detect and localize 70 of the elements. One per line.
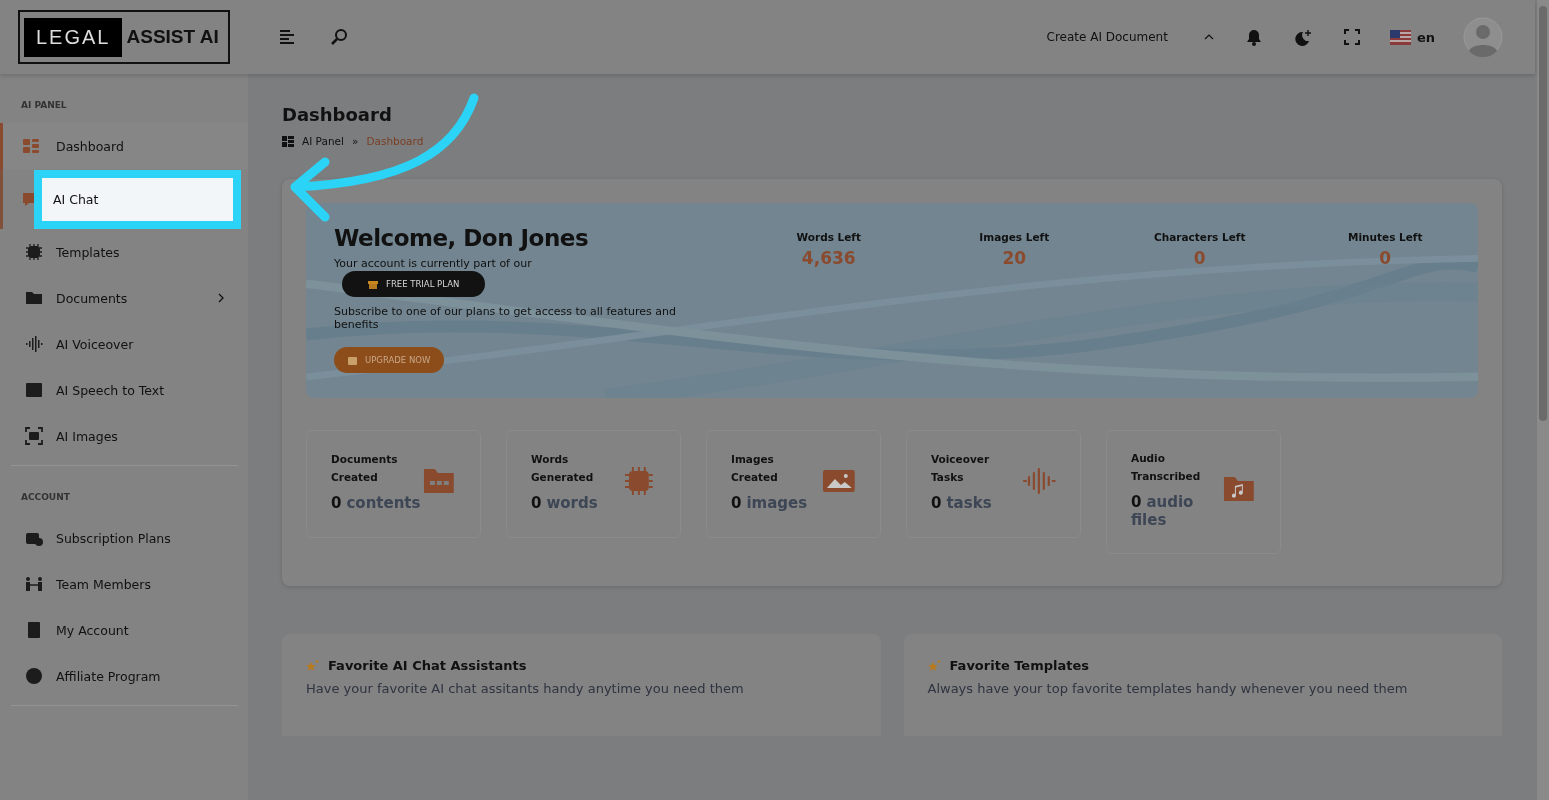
quota-label: Images Left bbox=[979, 231, 1050, 243]
quota-label: Words Left bbox=[796, 231, 861, 243]
camera-frame-icon bbox=[25, 427, 43, 445]
quota-value: 0 bbox=[1379, 248, 1392, 268]
star-icon bbox=[927, 658, 942, 673]
favorites-title: Favorite Templates bbox=[949, 658, 1090, 673]
sidebar-item[interactable]: Affiliate Program bbox=[0, 653, 248, 699]
sidebar-item[interactable]: AI Chat bbox=[34, 169, 241, 229]
stat-value: 0 audio files bbox=[1131, 493, 1195, 529]
quota-value: 20 bbox=[1002, 248, 1027, 268]
stat-title: Documents Created bbox=[331, 452, 399, 485]
breadcrumb-separator: » bbox=[351, 135, 359, 147]
create-document-button[interactable]: Create AI Document bbox=[1046, 30, 1168, 44]
section-heading: AI PANEL bbox=[20, 100, 68, 110]
sidebar-item[interactable]: AI Speech to Text bbox=[0, 367, 248, 413]
music-folder-icon bbox=[1222, 474, 1256, 504]
stat-title: Images Created bbox=[731, 452, 779, 485]
chevron-icon bbox=[218, 293, 224, 303]
subscribe-text: Subscribe to one of our plans to get access to all features and benefits bbox=[334, 305, 678, 331]
grid-icon bbox=[282, 135, 294, 147]
sidebar-item[interactable]: AI Images bbox=[0, 413, 248, 459]
folder-icon bbox=[25, 289, 43, 307]
sidebar-item[interactable]: AI Voiceover bbox=[0, 321, 248, 367]
upgrade-button[interactable]: UPGRADE NOW bbox=[334, 347, 445, 373]
favorites-description: Always have your top favorite templates handy whenever you need them bbox=[927, 681, 1409, 696]
stat-value: 0 words bbox=[531, 494, 599, 512]
favorites-title: Favorite AI Chat Assistants bbox=[328, 658, 527, 673]
page-title: Dashboard bbox=[282, 104, 393, 125]
quota-label: Minutes Left bbox=[1348, 231, 1423, 243]
stat-title: Audio Transcribed bbox=[1131, 451, 1202, 484]
stat-value: 0 tasks bbox=[931, 494, 993, 512]
logo[interactable]: LEGAL ASSIST AI bbox=[18, 10, 230, 64]
moon-icon[interactable] bbox=[1293, 28, 1312, 46]
stat-title: Voiceover Tasks bbox=[931, 452, 991, 485]
quota-value: 4,636 bbox=[801, 248, 856, 268]
language-selector[interactable]: en bbox=[1389, 29, 1435, 45]
plan-label: FREE TRIAL PLAN bbox=[386, 279, 460, 289]
sidebar-item[interactable]: My Account bbox=[0, 607, 248, 653]
quota-label: Characters Left bbox=[1154, 231, 1246, 243]
waveform-icon bbox=[25, 335, 43, 353]
caret-icon[interactable] bbox=[1203, 34, 1214, 40]
team-icon bbox=[25, 575, 43, 593]
folder-icon bbox=[422, 466, 456, 496]
section-heading: ACCOUNT bbox=[20, 492, 71, 502]
search-icon[interactable] bbox=[330, 28, 348, 46]
quota-value: 0 bbox=[1193, 248, 1206, 268]
sidebar-item[interactable]: Subscription Plans bbox=[0, 515, 248, 561]
welcome-heading: Welcome, Don Jones bbox=[334, 225, 590, 251]
favorites-description: Have your favorite AI chat assitants handy anytime you need them bbox=[306, 681, 745, 696]
bell-icon[interactable] bbox=[1245, 28, 1262, 46]
stat-value: 0 contents bbox=[331, 494, 422, 512]
plan-text: Your account is currently part of our bbox=[334, 257, 533, 270]
star-icon bbox=[306, 658, 320, 673]
chip-icon bbox=[25, 243, 43, 261]
sidebar-item[interactable]: Documents bbox=[0, 275, 248, 321]
chip-icon bbox=[622, 466, 656, 496]
menu-icon[interactable] bbox=[279, 30, 295, 44]
scrollbar[interactable] bbox=[1537, 0, 1549, 800]
stat-value: 0 images bbox=[731, 494, 809, 512]
logo-text: ASSIST AI bbox=[126, 26, 219, 48]
dashboard-grid-icon bbox=[22, 137, 40, 155]
stat-title: Words Generated bbox=[531, 452, 595, 485]
fullscreen-icon[interactable] bbox=[1343, 29, 1360, 45]
sidebar-item[interactable]: Team Members bbox=[0, 561, 248, 607]
sidebar-item[interactable]: Templates bbox=[0, 229, 248, 275]
flag-icon bbox=[1389, 29, 1411, 45]
breadcrumb-link[interactable]: AI Panel bbox=[302, 135, 344, 147]
logo-text: LEGAL bbox=[24, 17, 123, 57]
gift-icon bbox=[368, 279, 378, 289]
waveform-icon bbox=[1022, 466, 1056, 496]
